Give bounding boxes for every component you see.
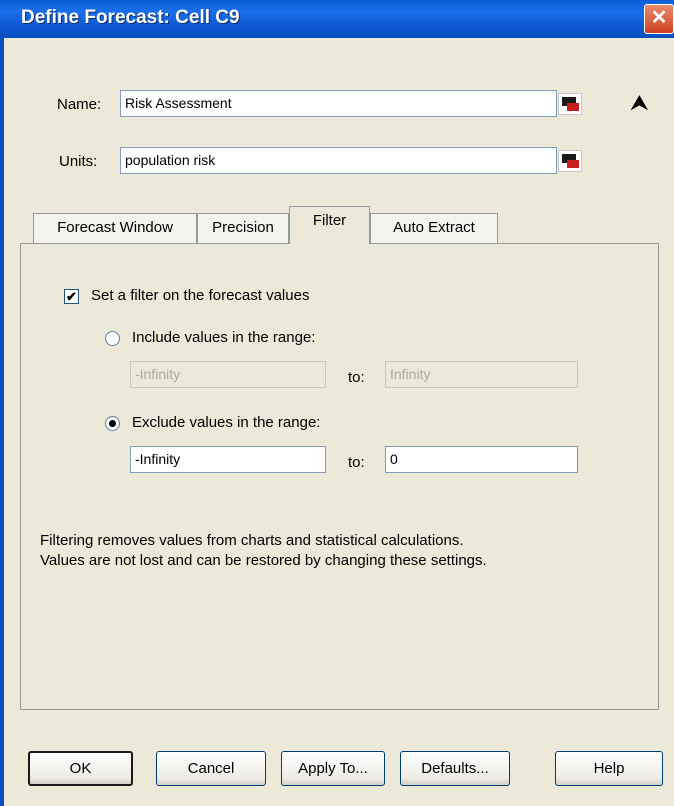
- units-cell-select-icon[interactable]: [558, 150, 582, 172]
- tab-auto-extract[interactable]: Auto Extract: [370, 213, 498, 243]
- set-filter-label: Set a filter on the forecast values: [91, 287, 310, 304]
- exclude-range-label: Exclude values in the range:: [132, 414, 321, 431]
- tab-filter[interactable]: Filter: [289, 206, 370, 244]
- exclude-range-radio[interactable]: [105, 416, 120, 431]
- window-title: Define Forecast: Cell C9: [21, 7, 240, 28]
- tab-precision[interactable]: Precision: [197, 213, 289, 243]
- set-filter-checkbox[interactable]: ✔: [64, 289, 79, 304]
- window-frame-left: [0, 38, 4, 806]
- include-to-label: to:: [348, 369, 365, 386]
- exclude-to-label: to:: [348, 454, 365, 471]
- ok-button[interactable]: OK: [28, 751, 133, 786]
- filter-note-line1: Filtering removes values from charts and…: [40, 532, 464, 549]
- include-range-radio[interactable]: [105, 331, 120, 346]
- filter-note-line2: Values are not lost and can be restored …: [40, 552, 487, 569]
- name-label: Name:: [57, 96, 102, 113]
- units-label: Units:: [59, 153, 98, 170]
- include-to-field[interactable]: Infinity: [385, 361, 578, 388]
- close-button[interactable]: ✕: [644, 4, 674, 34]
- filter-note: Filtering removes values from charts and…: [40, 531, 487, 571]
- help-button[interactable]: Help: [555, 751, 663, 786]
- units-field[interactable]: population risk: [120, 147, 557, 174]
- include-range-label: Include values in the range:: [132, 329, 316, 346]
- defaults-button[interactable]: Defaults...: [400, 751, 510, 786]
- name-field[interactable]: Risk Assessment: [120, 90, 557, 117]
- apply-to-button[interactable]: Apply To...: [281, 751, 385, 786]
- include-from-field[interactable]: -Infinity: [130, 361, 326, 388]
- exclude-from-field[interactable]: -Infinity: [130, 446, 326, 473]
- title-bar: Define Forecast: Cell C9 ✕: [0, 0, 674, 38]
- cancel-button[interactable]: Cancel: [156, 751, 266, 786]
- exclude-to-field[interactable]: 0: [385, 446, 578, 473]
- filter-panel: [20, 243, 659, 710]
- tab-forecast-window[interactable]: Forecast Window: [33, 213, 197, 243]
- collapse-icon[interactable]: ⮝: [630, 92, 649, 114]
- name-cell-select-icon[interactable]: [558, 93, 582, 115]
